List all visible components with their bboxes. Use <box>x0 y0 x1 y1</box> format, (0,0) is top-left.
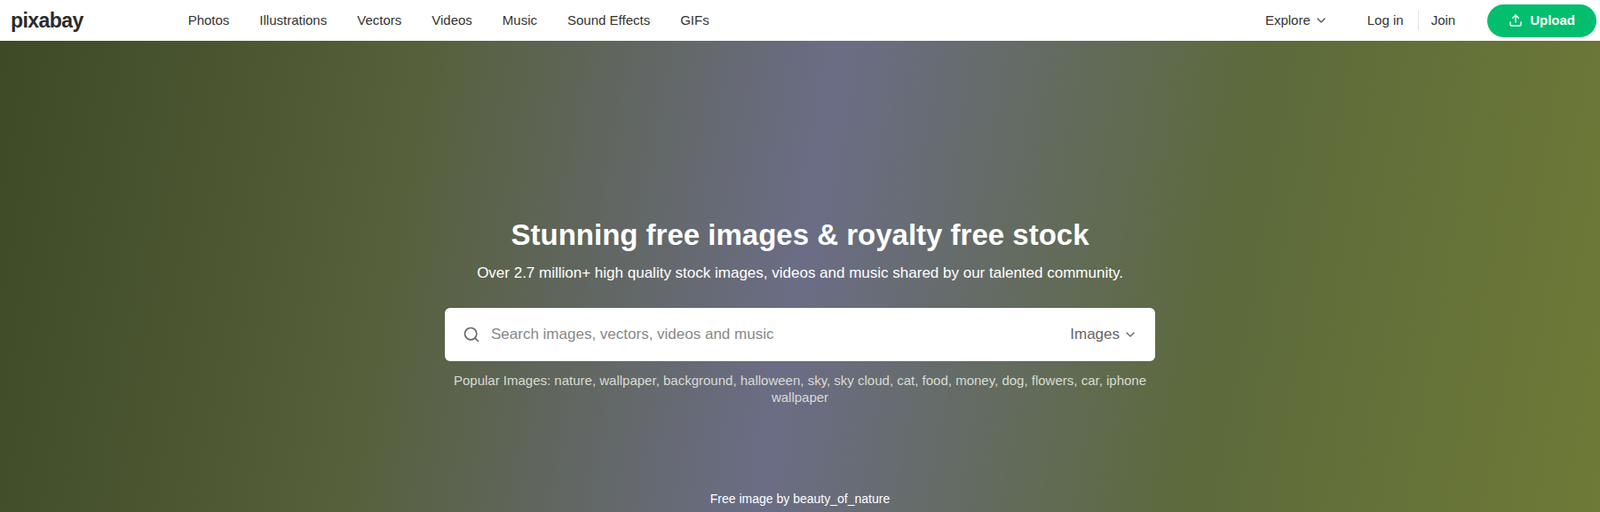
popular-searches: Popular Images: nature, wallpaper, backg… <box>444 372 1156 406</box>
top-nav: pixabay Photos Illustrations Vectors Videos M… <box>0 0 1600 41</box>
popular-tag[interactable]: wallpaper <box>599 372 656 389</box>
explore-menu[interactable]: Explore <box>1265 10 1329 32</box>
popular-tag[interactable]: dog <box>1001 372 1024 389</box>
popular-tag[interactable]: flowers <box>1031 372 1075 389</box>
divider <box>1417 10 1419 31</box>
popular-tag[interactable]: sky cloud <box>833 372 890 389</box>
nav-right: Explore Log in Join Upload <box>1265 4 1597 38</box>
search-bar: Images <box>444 308 1156 362</box>
main-nav: Photos Illustrations Vectors Videos Music Sou… <box>188 10 710 32</box>
upload-icon <box>1508 13 1523 28</box>
nav-item[interactable]: GIFs <box>680 10 710 32</box>
join-link[interactable]: Join <box>1431 10 1457 32</box>
search-type-select[interactable]: Images <box>1069 323 1138 347</box>
login-link[interactable]: Log in <box>1367 10 1404 32</box>
search-icon <box>462 325 481 344</box>
popular-tag[interactable]: food <box>922 372 949 389</box>
popular-label: Popular Images: <box>453 372 555 389</box>
hero-subtitle: Over 2.7 million+ high quality stock ima… <box>476 261 1124 286</box>
nav-item[interactable]: Music <box>502 10 538 32</box>
popular-tag[interactable]: halloween <box>740 372 801 389</box>
upload-button[interactable]: Upload <box>1487 4 1597 38</box>
chevron-down-icon <box>1314 13 1329 28</box>
nav-item[interactable]: Sound Effects <box>567 10 650 32</box>
image-credit[interactable]: Free image by beauty_of_nature <box>710 490 890 509</box>
popular-tag[interactable]: background <box>663 372 733 389</box>
logo[interactable]: pixabay <box>10 10 84 32</box>
nav-item[interactable]: Vectors <box>356 10 402 32</box>
popular-tag[interactable]: sky <box>807 372 827 389</box>
popular-tag[interactable]: car <box>1081 372 1100 389</box>
popular-tag[interactable]: cat <box>896 372 915 389</box>
hero-title: Stunning free images & royalty free stoc… <box>510 216 1089 254</box>
page: pixabay Photos Illustrations Vectors Videos M… <box>0 0 1600 512</box>
nav-item[interactable]: Photos <box>188 10 230 32</box>
search-input[interactable] <box>491 323 1060 347</box>
nav-item[interactable]: Videos <box>431 10 473 32</box>
popular-tag[interactable]: money <box>955 372 995 389</box>
chevron-down-icon <box>1123 327 1138 342</box>
popular-tag[interactable]: nature <box>554 372 593 389</box>
nav-item[interactable]: Illustrations <box>259 10 327 32</box>
hero: Stunning free images & royalty free stoc… <box>0 40 1600 512</box>
